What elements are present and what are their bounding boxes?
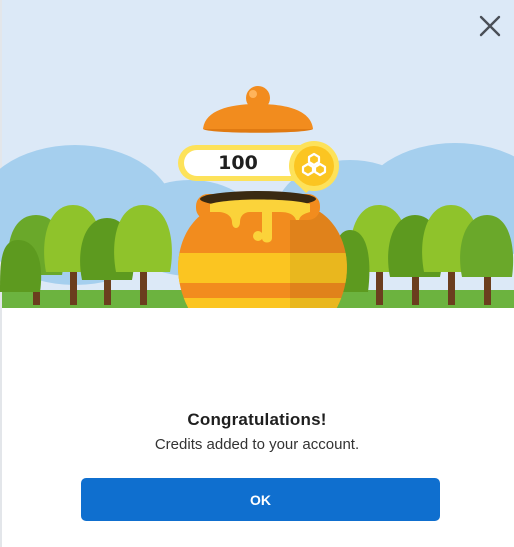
congratulations-title: Congratulations! [187,410,327,429]
credits-badge: 100 [178,141,340,191]
credits-message: Credits added to your account. [154,436,360,453]
credits-dialog: 100 Congratulations! Credits added to yo… [0,0,514,547]
credits-amount: 100 [218,152,258,174]
honeycomb-coin-icon [289,141,339,191]
ok-button[interactable]: OK [81,478,440,521]
close-button[interactable] [472,8,508,44]
close-icon [479,15,501,37]
